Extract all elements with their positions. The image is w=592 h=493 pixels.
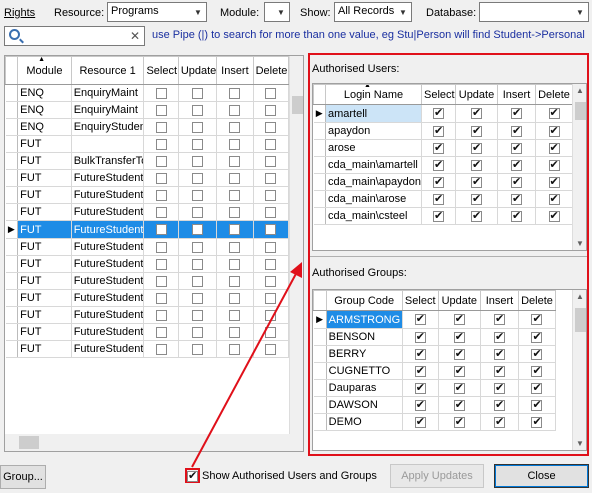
group-button-label: Group... (3, 471, 43, 483)
close-button[interactable]: Close (494, 464, 589, 488)
annotation-arrow-line (191, 269, 299, 468)
show-authorised-label: Show Authorised Users and Groups (202, 470, 377, 482)
show-authorised-checkbox[interactable] (187, 469, 198, 483)
close-button-label: Close (527, 470, 556, 482)
annotation-arrow (191, 262, 302, 468)
apply-updates-button[interactable]: Apply Updates (390, 464, 484, 488)
group-button[interactable]: Group... (0, 465, 46, 489)
apply-updates-button-label: Apply Updates (401, 470, 473, 482)
